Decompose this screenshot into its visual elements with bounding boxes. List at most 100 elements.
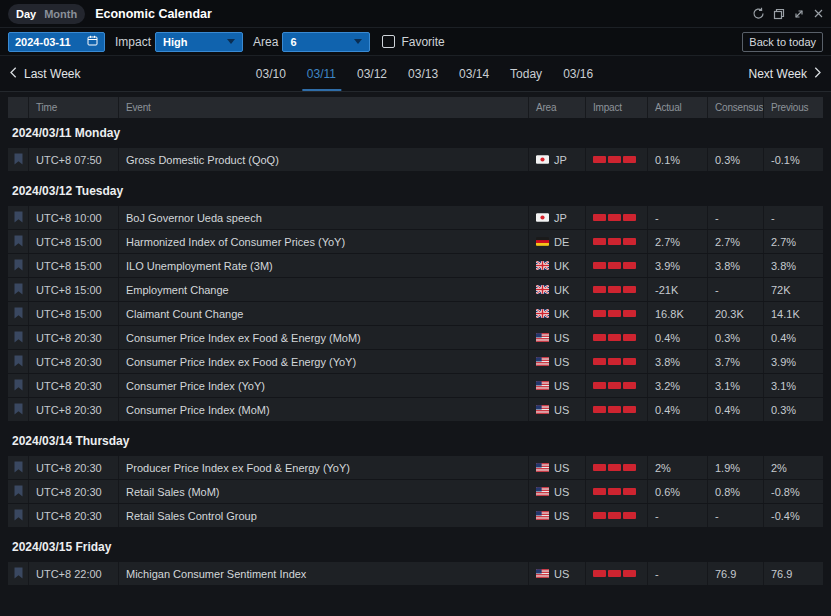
tab-03-10[interactable]: 03/10	[256, 56, 286, 91]
bookmark-icon[interactable]	[14, 355, 23, 369]
event-area: US	[528, 350, 585, 373]
date-tabs: 03/10 03/11 03/12 03/13 03/14 Today 03/1…	[256, 56, 593, 91]
bookmark-icon[interactable]	[14, 235, 23, 249]
favorite-label: Favorite	[401, 35, 444, 49]
bookmark-icon[interactable]	[14, 211, 23, 225]
event-name[interactable]: Consumer Price Index ex Food & Energy (M…	[118, 326, 528, 349]
bookmark-icon[interactable]	[14, 259, 23, 273]
refresh-icon[interactable]	[752, 7, 765, 20]
bookmark-icon[interactable]	[14, 461, 23, 475]
back-to-today-button[interactable]: Back to today	[742, 32, 823, 52]
event-row[interactable]: UTC+8 22:00 Michigan Consumer Sentiment …	[8, 562, 823, 585]
event-row[interactable]: UTC+8 15:00 Employment Change UK -21K - …	[8, 278, 823, 301]
previous-value: -0.4%	[763, 504, 823, 527]
bookmark-icon[interactable]	[14, 567, 23, 581]
consensus-value: 0.3%	[707, 326, 763, 349]
previous-value: 76.9	[763, 562, 823, 585]
event-row[interactable]: UTC+8 15:00 Claimant Count Change UK 16.…	[8, 302, 823, 325]
bookmark-icon[interactable]	[14, 379, 23, 393]
event-time: UTC+8 15:00	[28, 278, 118, 301]
bookmark-icon[interactable]	[14, 283, 23, 297]
area-dropdown[interactable]: 6	[282, 32, 370, 52]
country-flag-icon	[536, 511, 549, 520]
bookmark-icon[interactable]	[14, 509, 23, 523]
event-row[interactable]: UTC+8 20:30 Producer Price Index ex Food…	[8, 456, 823, 479]
tab-03-14[interactable]: 03/14	[459, 56, 489, 91]
event-row[interactable]: UTC+8 20:30 Consumer Price Index ex Food…	[8, 350, 823, 373]
bookmark-icon[interactable]	[14, 307, 23, 321]
area-label: Area	[253, 35, 278, 49]
actual-value: 2%	[647, 456, 707, 479]
event-row[interactable]: UTC+8 20:30 Consumer Price Index (YoY) U…	[8, 374, 823, 397]
tab-today[interactable]: Today	[510, 56, 542, 91]
event-row[interactable]: UTC+8 20:30 Retail Sales Control Group U…	[8, 504, 823, 527]
tab-03-12[interactable]: 03/12	[357, 56, 387, 91]
impact-value: High	[163, 36, 187, 48]
event-name[interactable]: Michigan Consumer Sentiment Index	[118, 562, 528, 585]
tab-03-13[interactable]: 03/13	[408, 56, 438, 91]
next-week-button[interactable]: Next Week	[749, 66, 821, 81]
event-area: US	[528, 562, 585, 585]
event-row[interactable]: UTC+8 07:50 Gross Domestic Product (QoQ)…	[8, 148, 823, 171]
top-bar: Day Month Economic Calendar	[0, 0, 831, 28]
event-area: UK	[528, 254, 585, 277]
last-week-label: Last Week	[24, 67, 80, 81]
impact-bars	[585, 254, 647, 277]
impact-bars	[585, 456, 647, 479]
event-row[interactable]: UTC+8 15:00 ILO Unemployment Rate (3M) U…	[8, 254, 823, 277]
bookmark-icon[interactable]	[14, 331, 23, 345]
date-value: 2024-03-11	[15, 36, 71, 48]
event-row[interactable]: UTC+8 20:30 Consumer Price Index (MoM) U…	[8, 398, 823, 421]
event-name[interactable]: Claimant Count Change	[118, 302, 528, 325]
actual-value: 0.4%	[647, 326, 707, 349]
event-name[interactable]: Consumer Price Index (MoM)	[118, 398, 528, 421]
date-input[interactable]: 2024-03-11	[8, 32, 105, 52]
event-name[interactable]: Producer Price Index ex Food & Energy (Y…	[118, 456, 528, 479]
country-flag-icon	[536, 213, 549, 222]
event-name[interactable]: Consumer Price Index (YoY)	[118, 374, 528, 397]
actual-value: -	[647, 504, 707, 527]
section-date-header: 2024/03/12 Tuesday	[8, 176, 823, 206]
favorite-checkbox[interactable]	[382, 35, 395, 48]
event-name[interactable]: ILO Unemployment Rate (3M)	[118, 254, 528, 277]
event-name[interactable]: Retail Sales Control Group	[118, 504, 528, 527]
event-name[interactable]: Gross Domestic Product (QoQ)	[118, 148, 528, 171]
country-flag-icon	[536, 285, 549, 294]
previous-value: -0.8%	[763, 480, 823, 503]
event-name[interactable]: BoJ Governor Ueda speech	[118, 206, 528, 229]
event-name[interactable]: Consumer Price Index ex Food & Energy (Y…	[118, 350, 528, 373]
window-restore-icon[interactable]	[773, 8, 785, 20]
expand-icon[interactable]	[793, 8, 805, 20]
month-toggle[interactable]: Month	[44, 8, 77, 20]
last-week-button[interactable]: Last Week	[10, 66, 80, 81]
economic-calendar-window: Day Month Economic Calendar 2024-03-11 I…	[0, 0, 831, 616]
tab-03-16[interactable]: 03/16	[563, 56, 593, 91]
bookmark-icon[interactable]	[14, 485, 23, 499]
actual-value: 2.7%	[647, 230, 707, 253]
impact-bars	[585, 374, 647, 397]
event-row[interactable]: UTC+8 15:00 Harmonized Index of Consumer…	[8, 230, 823, 253]
previous-value: 2%	[763, 456, 823, 479]
favorite-filter[interactable]: Favorite	[382, 35, 444, 49]
event-name[interactable]: Retail Sales (MoM)	[118, 480, 528, 503]
event-name[interactable]: Harmonized Index of Consumer Prices (YoY…	[118, 230, 528, 253]
bookmark-icon[interactable]	[14, 403, 23, 417]
bookmark-icon[interactable]	[14, 153, 23, 167]
event-area: UK	[528, 278, 585, 301]
event-row[interactable]: UTC+8 10:00 BoJ Governor Ueda speech JP …	[8, 206, 823, 229]
event-name[interactable]: Employment Change	[118, 278, 528, 301]
section-date-header: 2024/03/14 Thursday	[8, 426, 823, 456]
actual-value: -	[647, 562, 707, 585]
event-row[interactable]: UTC+8 20:30 Retail Sales (MoM) US 0.6% 0…	[8, 480, 823, 503]
view-toggle: Day Month	[8, 4, 85, 24]
tab-03-11[interactable]: 03/11	[307, 56, 336, 91]
impact-bars	[585, 562, 647, 585]
impact-bars	[585, 326, 647, 349]
day-toggle[interactable]: Day	[16, 8, 36, 20]
event-area: JP	[528, 148, 585, 171]
area-value: 6	[290, 36, 296, 48]
event-row[interactable]: UTC+8 20:30 Consumer Price Index ex Food…	[8, 326, 823, 349]
impact-dropdown[interactable]: High	[155, 32, 243, 52]
close-icon[interactable]	[813, 8, 824, 19]
country-code: UK	[554, 260, 569, 272]
